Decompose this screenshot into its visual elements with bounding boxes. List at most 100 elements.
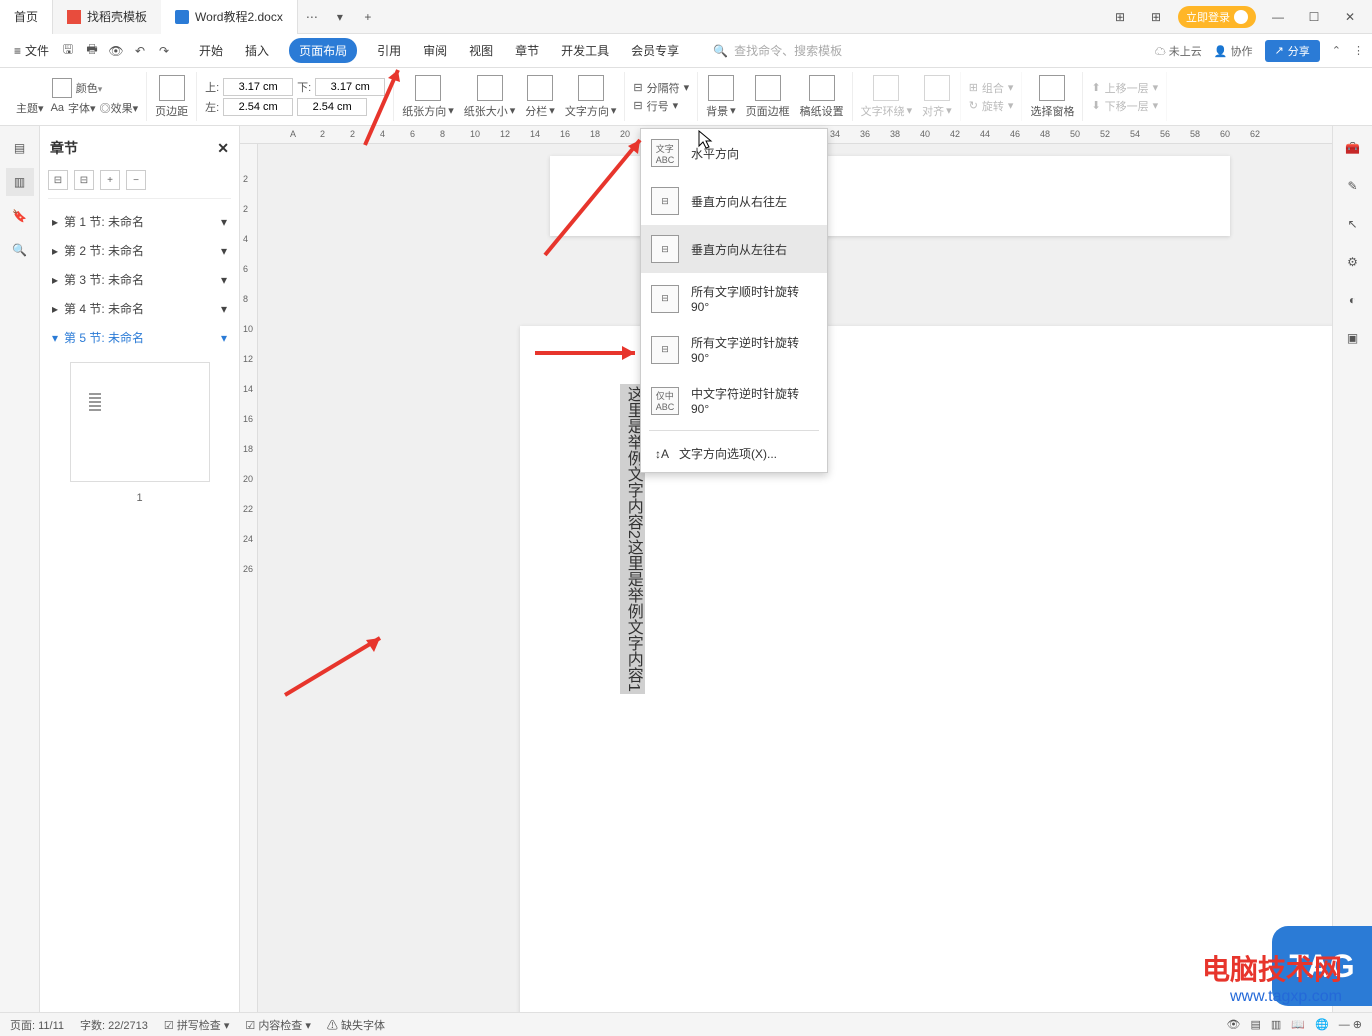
margin-left-input[interactable] (223, 98, 293, 116)
rail-outline-icon[interactable]: ▤ (6, 134, 34, 162)
tab-dropdown-icon[interactable]: ▾ (326, 5, 354, 29)
font-dropdown[interactable]: 字体▾ (68, 100, 96, 116)
qtool-redo-icon[interactable]: ↷ (153, 40, 175, 62)
menu-review[interactable]: 审阅 (421, 38, 449, 63)
status-words[interactable]: 字数: 22/2713 (80, 1017, 148, 1033)
bg-icon (708, 75, 734, 101)
sidebar-close-icon[interactable]: ✕ (217, 140, 229, 157)
watermark: 电脑技术网 www.tagxp.com (1202, 948, 1342, 1006)
paper-size-button[interactable]: 纸张大小▾ (464, 75, 516, 119)
line-number-button[interactable]: ⊟ 行号▾ (633, 98, 678, 114)
tool-expand-icon[interactable]: ⊟ (48, 170, 68, 190)
text-wrap-button: 文字环绕▾ (861, 75, 913, 119)
maximize-button[interactable]: ☐ (1300, 5, 1328, 29)
coop-button[interactable]: 👤 协作 (1214, 43, 1253, 59)
section-item-5[interactable]: ▾ 第 5 节: 未命名▾ (48, 323, 231, 352)
layout-icon[interactable]: ⊞ (1106, 5, 1134, 29)
status-content[interactable]: ☑ 内容检查 ▾ (245, 1017, 311, 1033)
more-icon[interactable]: ⋮ (1353, 44, 1364, 57)
rrail-shape-icon[interactable]: ◐ (1339, 286, 1367, 314)
menu-insert[interactable]: 插入 (243, 38, 271, 63)
tool-add-icon[interactable]: + (100, 170, 120, 190)
rrail-present-icon[interactable]: ▣ (1339, 324, 1367, 352)
select-pane-icon (1039, 75, 1065, 101)
vertical-ruler: 22468101214161820222426 (240, 144, 258, 1012)
new-tab-button[interactable]: + (354, 5, 382, 29)
collapse-ribbon-icon[interactable]: ⌃ (1332, 44, 1341, 57)
theme-dropdown[interactable]: 主题▾ (16, 100, 44, 116)
td-options[interactable]: ↕A文字方向选项(X)... (641, 435, 827, 472)
menu-section[interactable]: 章节 (513, 38, 541, 63)
rrail-settings-icon[interactable]: ⚙ (1339, 248, 1367, 276)
section-item-1[interactable]: ▸ 第 1 节: 未命名▾ (48, 207, 231, 236)
apps-icon[interactable]: ⊞ (1142, 5, 1170, 29)
align-icon (924, 75, 950, 101)
status-view4-icon[interactable]: 🌐 (1315, 1018, 1329, 1031)
section-item-4[interactable]: ▸ 第 4 节: 未命名▾ (48, 294, 231, 323)
qtool-preview-icon[interactable]: 👁 (105, 40, 127, 62)
qtool-print-icon[interactable]: 🖶 (81, 40, 103, 62)
align-button: 对齐▾ (922, 75, 952, 119)
close-button[interactable]: ✕ (1336, 5, 1364, 29)
menu-devtools[interactable]: 开发工具 (559, 38, 611, 63)
paper-setting-button[interactable]: 稿纸设置 (800, 75, 844, 119)
status-page[interactable]: 页面: 11/11 (10, 1017, 64, 1033)
docshell-icon (67, 10, 81, 24)
section-item-3[interactable]: ▸ 第 3 节: 未命名▾ (48, 265, 231, 294)
menu-start[interactable]: 开始 (197, 38, 225, 63)
status-zoom[interactable]: ― ⊕ (1339, 1018, 1362, 1031)
td-vertical-lr[interactable]: ⊟垂直方向从左往右 (641, 225, 827, 273)
login-button[interactable]: 立即登录 (1178, 6, 1256, 28)
columns-button[interactable]: 分栏▾ (525, 75, 555, 119)
tab-home[interactable]: 首页 (0, 0, 53, 34)
file-menu[interactable]: ≡ 文件 (8, 42, 55, 59)
text-direction-button[interactable]: 文字方向▾ (565, 75, 617, 119)
color-dropdown[interactable]: 颜色▾ (76, 80, 103, 96)
td-opt-icon: ↕A (655, 447, 669, 461)
td-cn-rotate[interactable]: 仅中ABC中文字符逆时针旋转90° (641, 375, 827, 426)
status-view2-icon[interactable]: ▥ (1271, 1018, 1281, 1031)
paper-size-icon (477, 75, 503, 101)
effect-dropdown[interactable]: ◎效果▾ (100, 100, 139, 116)
tool-remove-icon[interactable]: − (126, 170, 146, 190)
tab-overflow-icon[interactable]: ⋯ (298, 5, 326, 29)
td-horizontal[interactable]: 文字ABC水平方向 (641, 129, 827, 177)
page-border-button[interactable]: 页面边框 (746, 75, 790, 119)
rail-search-icon[interactable]: 🔍 (6, 236, 34, 264)
rail-bookmark-icon[interactable]: 🔖 (6, 202, 34, 230)
cloud-status[interactable]: ☁ 未上云 (1155, 43, 1202, 59)
rrail-pen-icon[interactable]: ✎ (1339, 172, 1367, 200)
section-item-2[interactable]: ▸ 第 2 节: 未命名▾ (48, 236, 231, 265)
td-rotate-cw[interactable]: ⊟所有文字顺时针旋转90° (641, 273, 827, 324)
status-missing-font[interactable]: ⚠ 缺失字体 (327, 1017, 385, 1033)
status-view3-icon[interactable]: 📖 (1291, 1018, 1305, 1031)
margin-top-input[interactable] (223, 78, 293, 96)
menu-member[interactable]: 会员专享 (629, 38, 681, 63)
command-search[interactable]: 🔍 查找命令、搜索模板 (713, 42, 842, 59)
rail-sections-icon[interactable]: ▥ (6, 168, 34, 196)
text-direction-menu: 文字ABC水平方向 ⊟垂直方向从右往左 ⊟垂直方向从左往右 ⊟所有文字顺时针旋转… (640, 128, 828, 473)
page-thumbnail[interactable] (70, 362, 210, 482)
menu-view[interactable]: 视图 (467, 38, 495, 63)
td-rotate-ccw[interactable]: ⊟所有文字逆时针旋转90° (641, 324, 827, 375)
status-view1-icon[interactable]: ▤ (1251, 1018, 1261, 1031)
background-button[interactable]: 背景▾ (706, 75, 736, 119)
breaks-button[interactable]: ⊟ 分隔符▾ (633, 80, 689, 96)
group-button: ⊞ 组合▾ (969, 80, 1014, 96)
tab-docshell[interactable]: 找稻壳模板 (53, 0, 161, 34)
share-button[interactable]: ↗ 分享 (1265, 40, 1320, 62)
tab-active-doc[interactable]: Word教程2.docx (161, 0, 298, 34)
menu-pagelayout[interactable]: 页面布局 (289, 38, 357, 63)
minimize-button[interactable]: ― (1264, 5, 1292, 29)
margin-right-input[interactable] (297, 98, 367, 116)
select-pane-button[interactable]: 选择窗格 (1030, 75, 1074, 119)
margin-button[interactable]: 页边距 (155, 75, 188, 119)
qtool-save-icon[interactable]: 🖫 (57, 40, 79, 62)
td-vertical-rl[interactable]: ⊟垂直方向从右往左 (641, 177, 827, 225)
status-spell[interactable]: ☑ 拼写检查 ▾ (164, 1017, 230, 1033)
qtool-undo-icon[interactable]: ↶ (129, 40, 151, 62)
rrail-pointer-icon[interactable]: ↖ (1339, 210, 1367, 238)
tool-collapse-icon[interactable]: ⊟ (74, 170, 94, 190)
rrail-toolbox-icon[interactable]: 🧰 (1339, 134, 1367, 162)
status-eye-icon[interactable]: 👁 (1227, 1018, 1241, 1031)
